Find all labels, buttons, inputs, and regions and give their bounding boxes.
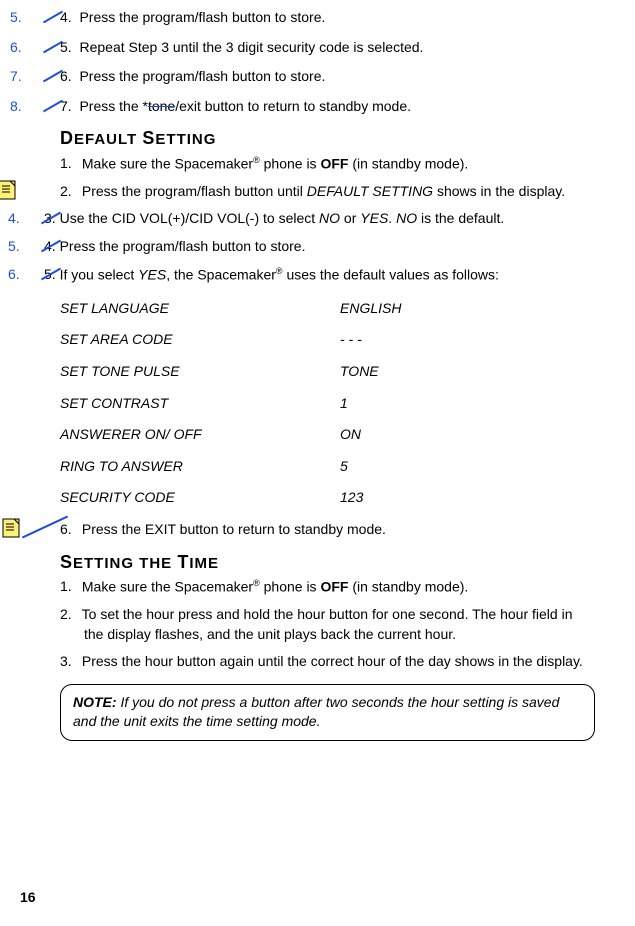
edit-number: 7. [10,67,22,87]
list-item: 5. 4. Press the program/flash button to … [40,237,595,257]
edit-number: 5. [8,237,20,257]
list-item: 6. 5. If you select YES, the Spacemaker®… [40,265,595,285]
step-text: Repeat Step 3 until the 3 digit security… [79,39,423,55]
list-item: 3. Press the hour button again until the… [60,652,595,672]
step-text-2: /exit button to return to standby mode. [175,98,411,114]
edit-number: 6. [8,265,20,285]
table-row: ANSWERER ON/ OFFON [60,419,595,451]
list-item: 2. To set the hour press and hold the ho… [60,605,595,644]
step-text: Press the program/flash button to store. [79,68,325,84]
edit-number: 6. [10,38,22,58]
heading-default-setting: DEFAULT SETTING [60,126,595,151]
step-text-1: Press the * [79,98,147,114]
struck-word: tone [148,98,175,114]
table-row: SET AREA CODE- - - [60,324,595,356]
table-row: SET CONTRAST1 [60,388,595,420]
heading-setting-time: SETTING THE TIME [60,550,595,575]
note-icon [20,178,44,202]
edit-number: 8. [10,97,22,117]
edit-number: 5. [10,8,22,28]
list-item: 7. 6. Press the EXIT button to return to… [60,520,595,540]
list-item: 2. Press the program/flash button until … [60,182,595,202]
note-icon [24,516,48,540]
note-box: NOTE: If you do not press a button after… [60,684,595,741]
table-row: SET LANGUAGEENGLISH [60,293,595,325]
note-label: NOTE: [73,694,120,710]
page-number: 16 [20,888,36,908]
list-item: 1. Make sure the Spacemaker® phone is OF… [60,577,595,597]
edit-number: 4. [8,209,20,229]
table-row: SECURITY CODE123 [60,482,595,514]
table-row: SET TONE PULSETONE [60,356,595,388]
note-text: If you do not press a button after two s… [73,694,559,730]
default-values-table: SET LANGUAGEENGLISH SET AREA CODE- - - S… [60,293,595,514]
list-item: 1. Make sure the Spacemaker® phone is OF… [60,154,595,174]
list-item: 4. 3. Use the CID VOL(+)/CID VOL(-) to s… [40,209,595,229]
table-row: RING TO ANSWER5 [60,451,595,483]
step-text: Press the program/flash button to store. [79,9,325,25]
